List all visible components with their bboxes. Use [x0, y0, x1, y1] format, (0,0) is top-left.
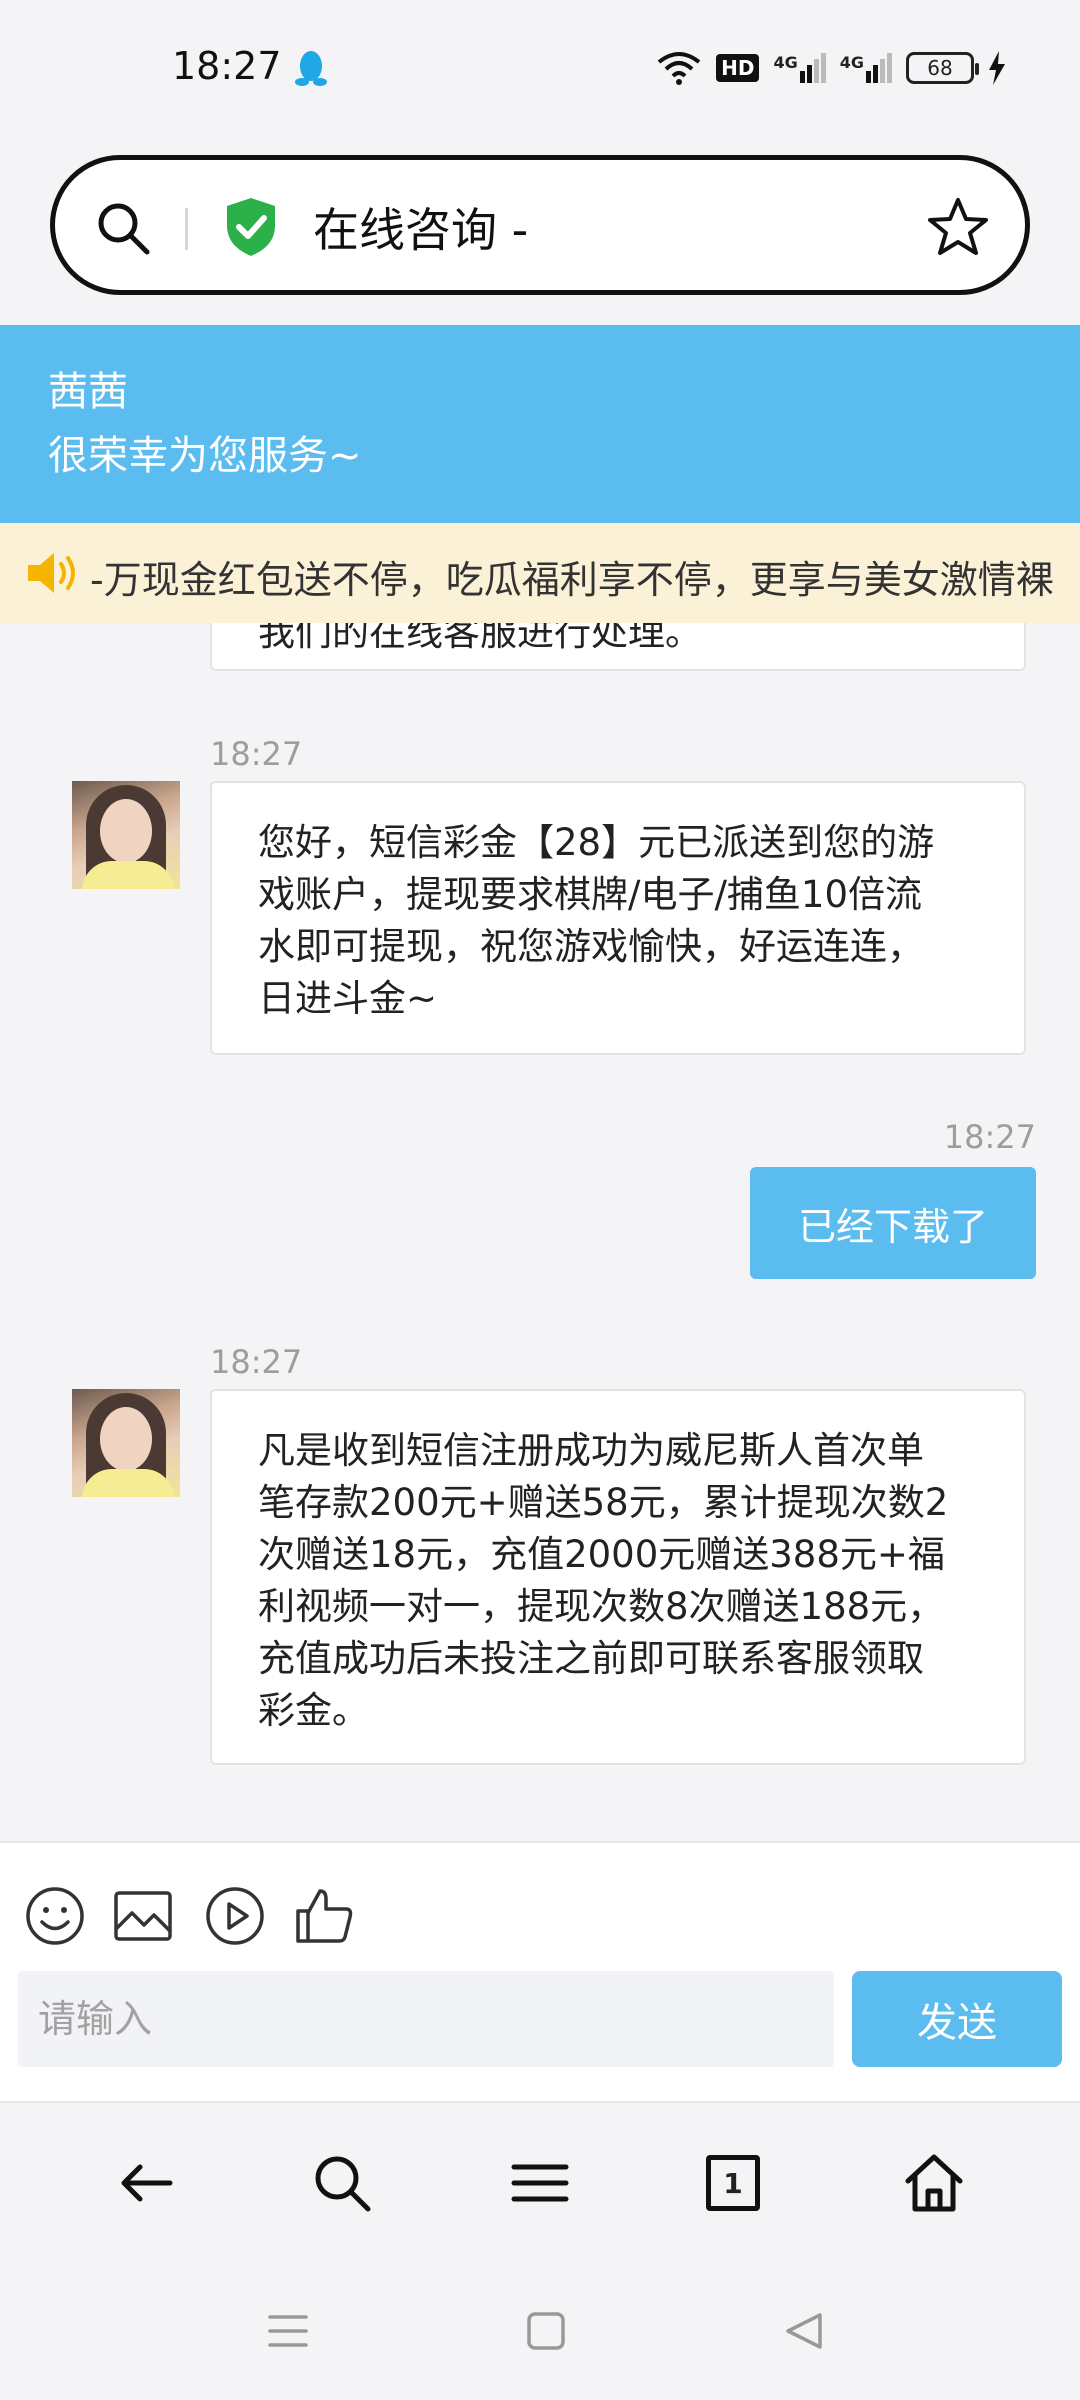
browser-nav-bar: 1: [0, 2101, 1080, 2261]
emoji-icon[interactable]: [24, 1885, 86, 1947]
thumbs-up-icon[interactable]: [294, 1885, 356, 1947]
star-icon[interactable]: [927, 196, 989, 258]
status-time: 18:27: [172, 44, 282, 88]
message-timestamp: 18:27: [210, 735, 303, 773]
message-line: 凡是收到短信注册成功为威尼斯人首次单: [258, 1429, 924, 1472]
system-nav-bar: [0, 2261, 1080, 2400]
back-arrow-icon[interactable]: [114, 2151, 178, 2215]
message-line: 您好，短信彩金【28】元已派送到您的游: [258, 821, 935, 864]
agent-name: 茜茜: [48, 369, 128, 415]
home-icon[interactable]: [902, 2151, 966, 2215]
status-icons: HD 4G 4G 68: [656, 46, 1006, 90]
message-timestamp: 18:27: [943, 1118, 1036, 1156]
agent-message-bubble: 我们的在线客服进行处理。: [210, 623, 1026, 671]
message-timestamp: 18:27: [210, 1343, 303, 1381]
status-bar: 18:27 HD 4G 4G 68: [0, 0, 1080, 140]
message-line: 次赠送18元，充值2000元赠送388元+福: [258, 1533, 945, 1576]
message-line: 利视频一对一，提现次数8次赠送188元，: [258, 1585, 945, 1628]
message-input[interactable]: [18, 1971, 834, 2067]
chat-input-area: 发送: [0, 1841, 1080, 2101]
message-line: 笔存款200元+赠送58元，累计提现次数2: [258, 1481, 949, 1524]
charging-bolt-icon: [989, 51, 1005, 85]
signal-2: 4G: [840, 53, 892, 83]
play-icon[interactable]: [204, 1885, 266, 1947]
address-bar[interactable]: 在线咨询 -: [50, 155, 1030, 295]
tabs-counter-button[interactable]: 1: [706, 2155, 760, 2211]
search-icon[interactable]: [310, 2151, 374, 2215]
back-triangle-icon[interactable]: [782, 2309, 826, 2353]
message-line: 彩金。: [258, 1689, 369, 1732]
search-icon[interactable]: [93, 198, 153, 258]
address-divider: [185, 208, 188, 250]
message-text: 我们的在线客服进行处理。: [258, 623, 702, 654]
chat-header: 茜茜 很荣幸为您服务~: [0, 325, 1080, 523]
message-line: 充值成功后未投注之前即可联系客服领取: [258, 1637, 924, 1680]
signal-1: 4G: [773, 53, 826, 83]
home-square-icon[interactable]: [524, 2309, 568, 2353]
message-line: 日进斗金~: [258, 977, 438, 1020]
message-line: 戏账户，提现要求棋牌/电子/捕鱼10倍流: [258, 873, 923, 916]
marquee-text: -万现金红包送不停，吃瓜福利享不停，更享与美女激情裸: [90, 558, 1054, 602]
agent-avatar[interactable]: [72, 781, 180, 889]
agent-message-bubble: 凡是收到短信注册成功为威尼斯人首次单 笔存款200元+赠送58元，累计提现次数2…: [210, 1389, 1026, 1765]
hd-badge: HD: [716, 54, 760, 82]
message-text: 凡是收到短信注册成功为威尼斯人首次单 笔存款200元+赠送58元，累计提现次数2…: [258, 1425, 984, 1737]
recent-apps-icon[interactable]: [266, 2309, 310, 2353]
message-line: 水即可提现，祝您游戏愉快，好运连连，: [258, 925, 924, 968]
agent-message-bubble: 您好，短信彩金【28】元已派送到您的游 戏账户，提现要求棋牌/电子/捕鱼10倍流…: [210, 781, 1026, 1055]
battery-indicator: 68: [906, 52, 979, 84]
shield-check-icon: [227, 198, 275, 256]
qq-penguin-icon: [295, 51, 327, 86]
user-message-bubble: 已经下载了: [750, 1167, 1036, 1279]
image-icon[interactable]: [112, 1885, 174, 1947]
network-type-1: 4G: [773, 53, 798, 72]
page-title[interactable]: 在线咨询 -: [313, 194, 528, 260]
speaker-icon: [28, 553, 75, 593]
network-type-2: 4G: [839, 53, 864, 72]
send-button[interactable]: 发送: [852, 1971, 1062, 2067]
agent-greeting: 很荣幸为您服务~: [48, 433, 362, 479]
chat-messages[interactable]: 我们的在线客服进行处理。 18:27 您好，短信彩金【28】元已派送到您的游 戏…: [0, 623, 1080, 1841]
announcement-marquee: -万现金红包送不停，吃瓜福利享不停，更享与美女激情裸: [0, 523, 1080, 623]
menu-icon[interactable]: [508, 2151, 572, 2215]
wifi-icon: [657, 52, 701, 85]
message-text: 您好，短信彩金【28】元已派送到您的游 戏账户，提现要求棋牌/电子/捕鱼10倍流…: [258, 817, 984, 1025]
agent-avatar[interactable]: [72, 1389, 180, 1497]
